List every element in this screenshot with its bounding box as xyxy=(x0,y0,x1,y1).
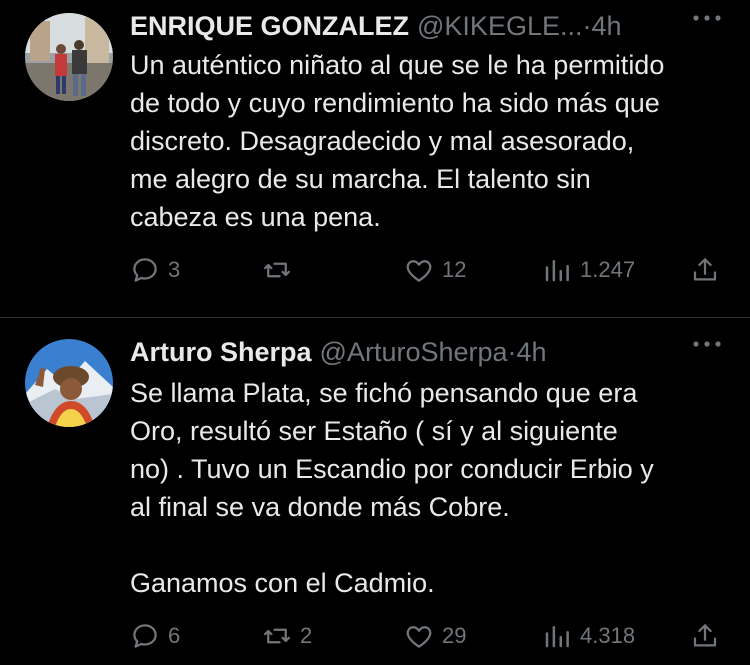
like-button[interactable]: 29 xyxy=(404,616,466,656)
tweet-header: Arturo Sherpa @ArturoSherpa·4h xyxy=(130,332,730,372)
tweet-actions: 3 12 1.247 xyxy=(130,250,726,290)
timestamp[interactable]: 4h xyxy=(591,11,621,41)
user-handle[interactable]: @ArturoSherpa xyxy=(320,337,508,367)
share-button[interactable] xyxy=(690,250,720,290)
view-count: 1.247 xyxy=(580,257,636,282)
retweet-button[interactable] xyxy=(262,250,300,290)
views-icon xyxy=(545,626,569,648)
tweet[interactable]: ENRIQUE GONZALEZ @KIKEGLE...·4h Un autént… xyxy=(0,0,750,317)
retweet-icon xyxy=(264,628,290,644)
views-button[interactable]: 4.318 xyxy=(542,616,635,656)
views-icon xyxy=(545,260,569,282)
separator: · xyxy=(507,337,517,367)
more-icon[interactable] xyxy=(692,336,722,347)
display-name[interactable]: Arturo Sherpa xyxy=(130,337,312,367)
like-icon xyxy=(406,626,432,648)
display-name[interactable]: ENRIQUE GONZALEZ xyxy=(130,11,409,41)
tweet[interactable]: Arturo Sherpa @ArturoSherpa·4h Se llama P… xyxy=(0,318,750,665)
tweet-header: ENRIQUE GONZALEZ @KIKEGLE...·4h xyxy=(130,6,730,46)
share-icon xyxy=(693,624,717,647)
like-button[interactable]: 12 xyxy=(404,250,466,290)
share-button[interactable] xyxy=(690,616,720,656)
reply-icon xyxy=(133,258,157,282)
reply-icon xyxy=(133,624,157,648)
avatar[interactable] xyxy=(25,13,113,101)
reply-count: 6 xyxy=(168,623,181,648)
tweet-text: Se llama Plata, se fichó pensando que er… xyxy=(130,378,654,598)
user-handle[interactable]: @KIKEGLE... xyxy=(417,11,582,41)
reply-count: 3 xyxy=(168,257,181,282)
like-count: 29 xyxy=(442,623,467,648)
tweet-text: Un auténtico niñato al que se le ha perm… xyxy=(130,50,665,232)
reply-button[interactable]: 3 xyxy=(130,250,180,290)
timestamp[interactable]: 4h xyxy=(517,337,547,367)
reply-button[interactable]: 6 xyxy=(130,616,180,656)
views-button[interactable]: 1.247 xyxy=(542,250,635,290)
avatar[interactable] xyxy=(25,339,113,427)
retweet-count: 2 xyxy=(300,623,313,648)
like-icon xyxy=(406,260,432,282)
view-count: 4.318 xyxy=(580,623,636,648)
retweet-icon xyxy=(264,262,290,278)
like-count: 12 xyxy=(442,257,467,282)
tweet-actions: 6 2 29 4.318 xyxy=(130,616,726,656)
retweet-button[interactable]: 2 xyxy=(262,616,312,656)
share-icon xyxy=(693,258,717,281)
more-icon[interactable] xyxy=(692,10,722,21)
